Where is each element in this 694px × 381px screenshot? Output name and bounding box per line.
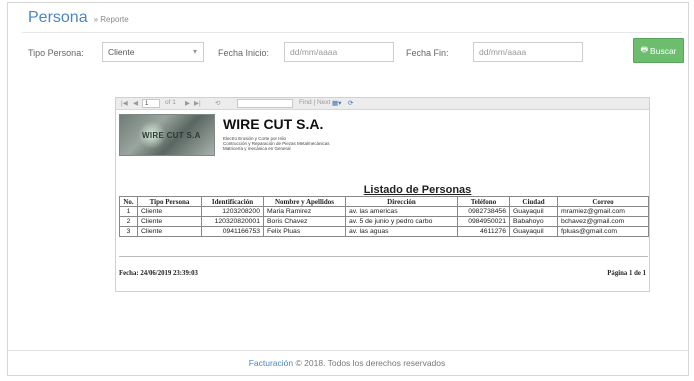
cell-ciudad: Guayaquil bbox=[509, 226, 558, 237]
cell-tipo: Cliente bbox=[137, 226, 202, 237]
table-row: 2 Cliente 120320820001 Boris Chavez av. … bbox=[119, 216, 649, 227]
list-title: Listado de Personas bbox=[363, 184, 472, 196]
buscar-button[interactable]: 🖶 Buscar bbox=[633, 38, 684, 63]
tipo-persona-value: Cliente bbox=[108, 47, 135, 57]
fecha-fin-label: Fecha Fin: bbox=[406, 48, 449, 58]
page-count: of 1 bbox=[165, 99, 176, 106]
page-number-input[interactable]: 1 bbox=[142, 99, 160, 108]
fecha-inicio-label: Fecha Inicio: bbox=[218, 48, 270, 58]
page-title: Persona bbox=[28, 9, 88, 26]
cell-no: 3 bbox=[119, 226, 138, 237]
company-logo: WIRE CUT S.A bbox=[119, 114, 215, 156]
cell-tipo: Cliente bbox=[137, 206, 202, 217]
cell-ciudad: Guayaquil bbox=[509, 206, 558, 217]
cell-correo: bchavez@gmail.com bbox=[557, 216, 649, 227]
cell-nombre: Felix Pluas bbox=[263, 226, 346, 237]
cell-identificacion: 120320820001 bbox=[201, 216, 264, 227]
find-next-link[interactable]: Find | Next bbox=[299, 99, 330, 106]
col-no: No. bbox=[119, 196, 138, 207]
col-ciudad: Ciudad bbox=[509, 196, 558, 207]
table-row: 3 Cliente 0941166753 Felix Pluas av. las… bbox=[119, 226, 649, 237]
company-line-3: Matricería y mecánica en General bbox=[223, 146, 291, 151]
breadcrumb[interactable]: » Reporte bbox=[94, 15, 129, 24]
page-header: Persona » Reporte bbox=[28, 9, 129, 29]
cell-tipo: Cliente bbox=[137, 216, 202, 227]
export-icon[interactable]: ▦▾ bbox=[332, 99, 341, 107]
fecha-inicio-placeholder: dd/mm/aaaa bbox=[290, 47, 338, 57]
next-page-icon[interactable]: ▶ bbox=[185, 99, 190, 107]
report-viewer: |◀ ◀ 1 of 1 ▶ ▶| ⟲ Find | Next ▦▾ ⟳ WIRE… bbox=[115, 97, 650, 292]
col-tipo-persona: Tipo Persona bbox=[137, 196, 202, 207]
find-input[interactable] bbox=[237, 99, 293, 108]
cell-identificacion: 1203208200 bbox=[201, 206, 264, 217]
chevron-down-icon: ▾ bbox=[192, 47, 197, 56]
tipo-persona-select[interactable]: Cliente ▾ bbox=[102, 42, 204, 62]
col-telefono: Teléfono bbox=[457, 196, 510, 207]
cell-telefono: 4611276 bbox=[457, 226, 510, 237]
logo-text: WIRE CUT S.A bbox=[142, 131, 201, 140]
filter-bar: Tipo Persona: Cliente ▾ Fecha Inicio: dd… bbox=[22, 38, 684, 64]
print-icon: 🖶 bbox=[640, 44, 649, 54]
col-identificacion: Identificación bbox=[201, 196, 264, 207]
first-page-icon[interactable]: |◀ bbox=[121, 99, 128, 107]
report-date: Fecha: 24/06/2019 23:39:03 bbox=[119, 270, 198, 277]
footer-text: © 2018. Todos los derechos reservados bbox=[295, 358, 446, 368]
company-name: WIRE CUT S.A. bbox=[223, 116, 324, 132]
report-page-number: Página 1 de 1 bbox=[607, 270, 646, 277]
refresh-icon[interactable]: ⟳ bbox=[348, 99, 353, 107]
fecha-fin-input[interactable]: dd/mm/aaaa bbox=[473, 42, 583, 62]
cell-direccion: av. las aguas bbox=[345, 226, 458, 237]
cell-ciudad: Babahoyo bbox=[509, 216, 558, 227]
cell-correo: mramiez@gmail.com bbox=[557, 206, 649, 217]
table-row: 1 Cliente 1203208200 Maria Ramirez av. l… bbox=[119, 206, 649, 217]
cell-direccion: av. las americas bbox=[345, 206, 458, 217]
cell-nombre: Maria Ramirez bbox=[263, 206, 346, 217]
col-direccion: Dirección bbox=[345, 196, 458, 207]
tipo-persona-label: Tipo Persona: bbox=[28, 48, 84, 58]
back-icon[interactable]: ⟲ bbox=[215, 99, 220, 107]
header-divider bbox=[22, 32, 682, 33]
footer-divider bbox=[8, 350, 688, 351]
report-toolbar: |◀ ◀ 1 of 1 ▶ ▶| ⟲ Find | Next ▦▾ ⟳ bbox=[116, 98, 649, 110]
fecha-inicio-input[interactable]: dd/mm/aaaa bbox=[284, 42, 394, 62]
last-page-icon[interactable]: ▶| bbox=[194, 99, 201, 107]
report-divider bbox=[119, 256, 648, 257]
page-footer: Facturación © 2018. Todos los derechos r… bbox=[0, 358, 694, 368]
table-header-row: No. Tipo Persona Identificación Nombre y… bbox=[119, 196, 649, 207]
cell-no: 1 bbox=[119, 206, 138, 217]
cell-correo: fpluas@gmail.com bbox=[557, 226, 649, 237]
people-table: No. Tipo Persona Identificación Nombre y… bbox=[119, 196, 649, 237]
fecha-fin-placeholder: dd/mm/aaaa bbox=[479, 47, 527, 57]
cell-no: 2 bbox=[119, 216, 138, 227]
col-correo: Correo bbox=[557, 196, 649, 207]
cell-identificacion: 0941166753 bbox=[201, 226, 264, 237]
col-nombre: Nombre y Apellidos bbox=[263, 196, 346, 207]
buscar-label: Buscar bbox=[650, 45, 677, 56]
prev-page-icon[interactable]: ◀ bbox=[133, 99, 138, 107]
footer-brand-link[interactable]: Facturación bbox=[249, 358, 293, 368]
cell-telefono: 0984950021 bbox=[457, 216, 510, 227]
cell-direccion: av. 5 de junio y pedro carbo bbox=[345, 216, 458, 227]
cell-nombre: Boris Chavez bbox=[263, 216, 346, 227]
cell-telefono: 0982738456 bbox=[457, 206, 510, 217]
